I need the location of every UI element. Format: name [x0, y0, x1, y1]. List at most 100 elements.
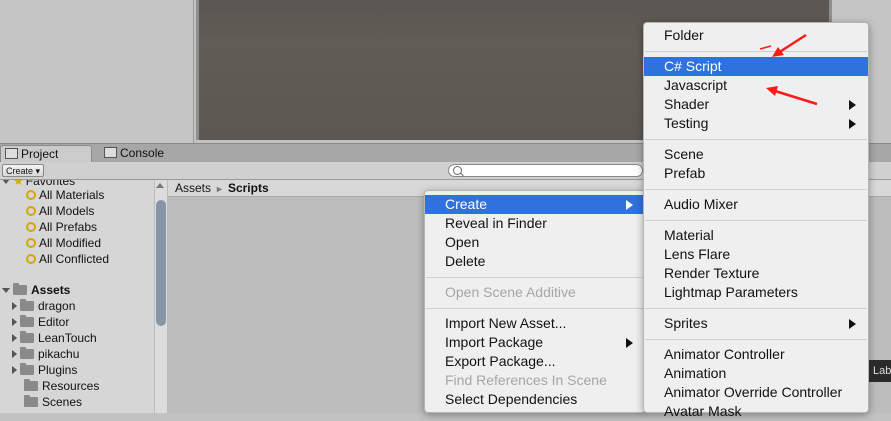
context-menu: Create Reveal in Finder Open Delete Open…: [424, 190, 646, 413]
folder-item[interactable]: Scenes: [24, 394, 82, 410]
menu-item-label: Animator Override Controller: [664, 384, 843, 400]
menu-separator: [645, 339, 867, 340]
menu-item-label: C# Script: [664, 58, 722, 74]
menu-item-label: Animator Controller: [664, 346, 785, 362]
menu-item-reveal-in-finder[interactable]: Reveal in Finder: [425, 214, 645, 233]
submenu-item-avatar-mask[interactable]: Avatar Mask: [644, 402, 868, 421]
breadcrumb-current[interactable]: Scripts: [228, 181, 269, 195]
menu-item-label: Select Dependencies: [445, 391, 578, 407]
favorite-item[interactable]: All Models: [26, 203, 94, 219]
favorite-item[interactable]: All Prefabs: [26, 219, 97, 235]
expand-icon[interactable]: [2, 288, 10, 293]
menu-item-label: Lightmap Parameters: [664, 284, 798, 300]
scrollbar-thumb[interactable]: [156, 200, 166, 326]
menu-item-label: Open: [445, 234, 480, 250]
folder-item[interactable]: Editor: [12, 314, 69, 330]
expand-icon[interactable]: [12, 366, 17, 374]
tab-project-label: Project: [21, 147, 59, 161]
submenu-arrow-icon: [626, 200, 633, 210]
menu-item-import-new-asset[interactable]: Import New Asset...: [425, 314, 645, 333]
favorite-item[interactable]: All Materials: [26, 187, 104, 203]
breadcrumb-root[interactable]: Assets: [175, 181, 211, 195]
menu-item-label: Create: [445, 196, 488, 212]
expand-icon[interactable]: [12, 318, 17, 326]
submenu-item-prefab[interactable]: Prefab: [644, 164, 868, 183]
submenu-item-lightmap-parameters[interactable]: Lightmap Parameters: [644, 283, 868, 302]
scroll-up-icon[interactable]: [156, 183, 164, 188]
submenu-item-animator-controller[interactable]: Animator Controller: [644, 345, 868, 364]
expand-icon[interactable]: [12, 302, 17, 310]
menu-item-import-package[interactable]: Import Package: [425, 333, 645, 352]
tab-console-label: Console: [120, 146, 165, 160]
favorite-item[interactable]: All Modified: [26, 235, 101, 251]
menu-item-label: Reveal in Finder: [445, 215, 547, 231]
submenu-item-material[interactable]: Material: [644, 226, 868, 245]
menu-item-select-dependencies[interactable]: Select Dependencies: [425, 390, 645, 409]
menu-separator: [426, 277, 644, 278]
favorite-item[interactable]: All Conflicted: [26, 251, 109, 267]
project-tree: ★ Favorites All Materials All Models All …: [0, 180, 154, 413]
menu-item-label: Import Package: [445, 334, 544, 350]
menu-item-export-package[interactable]: Export Package...: [425, 352, 645, 371]
submenu-item-scene[interactable]: Scene: [644, 145, 868, 164]
folder-item[interactable]: pikachu: [12, 346, 79, 362]
submenu-item-javascript[interactable]: Javascript: [644, 76, 868, 95]
menu-separator: [645, 308, 867, 309]
assets-label: Assets: [31, 283, 71, 297]
favorite-label: All Conflicted: [39, 252, 110, 266]
submenu-item-csharp-script[interactable]: C# Script: [644, 57, 868, 76]
background-window-label: Lab: [869, 360, 891, 382]
folder-item[interactable]: Plugins: [12, 362, 77, 378]
menu-separator: [645, 189, 867, 190]
menu-item-label: Prefab: [664, 165, 706, 181]
folder-item[interactable]: dragon: [12, 298, 75, 314]
menu-item-open[interactable]: Open: [425, 233, 645, 252]
submenu-item-folder[interactable]: Folder: [644, 26, 868, 45]
submenu-item-animator-override-controller[interactable]: Animator Override Controller: [644, 383, 868, 402]
menu-item-label: Open Scene Additive: [445, 284, 576, 300]
menu-separator: [645, 220, 867, 221]
submenu-item-lens-flare[interactable]: Lens Flare: [644, 245, 868, 264]
folder-label: Editor: [38, 315, 70, 329]
search-input[interactable]: [448, 164, 643, 177]
favorite-label: All Prefabs: [39, 220, 98, 234]
menu-separator: [426, 308, 644, 309]
favorite-label: All Modified: [39, 236, 102, 250]
menu-item-create[interactable]: Create: [425, 195, 645, 214]
folder-item[interactable]: LeanTouch: [12, 330, 97, 346]
menu-item-label: Javascript: [664, 77, 728, 93]
star-icon: ★: [13, 180, 24, 188]
menu-item-label: Find References In Scene: [445, 372, 607, 388]
menu-item-label: Delete: [445, 253, 486, 269]
folder-icon: [20, 363, 34, 375]
menu-separator: [645, 139, 867, 140]
console-tab-icon: [104, 147, 117, 158]
menu-item-delete[interactable]: Delete: [425, 252, 645, 271]
submenu-item-shader[interactable]: Shader: [644, 95, 868, 114]
submenu-item-audio-mixer[interactable]: Audio Mixer: [644, 195, 868, 214]
folder-icon: [20, 347, 34, 359]
tab-project[interactable]: Project: [0, 145, 92, 162]
tree-assets[interactable]: Assets: [2, 282, 70, 298]
menu-item-label: Shader: [664, 96, 710, 112]
menu-item-label: Animation: [664, 365, 727, 381]
submenu-item-animation[interactable]: Animation: [644, 364, 868, 383]
expand-icon[interactable]: [12, 350, 17, 358]
menu-item-label: Testing: [664, 115, 709, 131]
submenu-item-render-texture[interactable]: Render Texture: [644, 264, 868, 283]
submenu-arrow-icon: [849, 319, 856, 329]
tab-console[interactable]: Console: [100, 145, 190, 162]
create-dropdown-button[interactable]: Create ▾: [2, 164, 44, 177]
folder-icon: [20, 299, 34, 311]
hierarchy-panel: [0, 0, 194, 143]
submenu-item-sprites[interactable]: Sprites: [644, 314, 868, 333]
submenu-arrow-icon: [849, 119, 856, 129]
expand-icon[interactable]: [12, 334, 17, 342]
folder-item[interactable]: Resources: [24, 378, 99, 394]
menu-item-label: Material: [664, 227, 714, 243]
expand-icon[interactable]: [2, 180, 10, 184]
folder-label: Resources: [42, 379, 100, 393]
folder-label: LeanTouch: [38, 331, 97, 345]
submenu-item-testing[interactable]: Testing: [644, 114, 868, 133]
menu-item-label: Scene: [664, 146, 704, 162]
